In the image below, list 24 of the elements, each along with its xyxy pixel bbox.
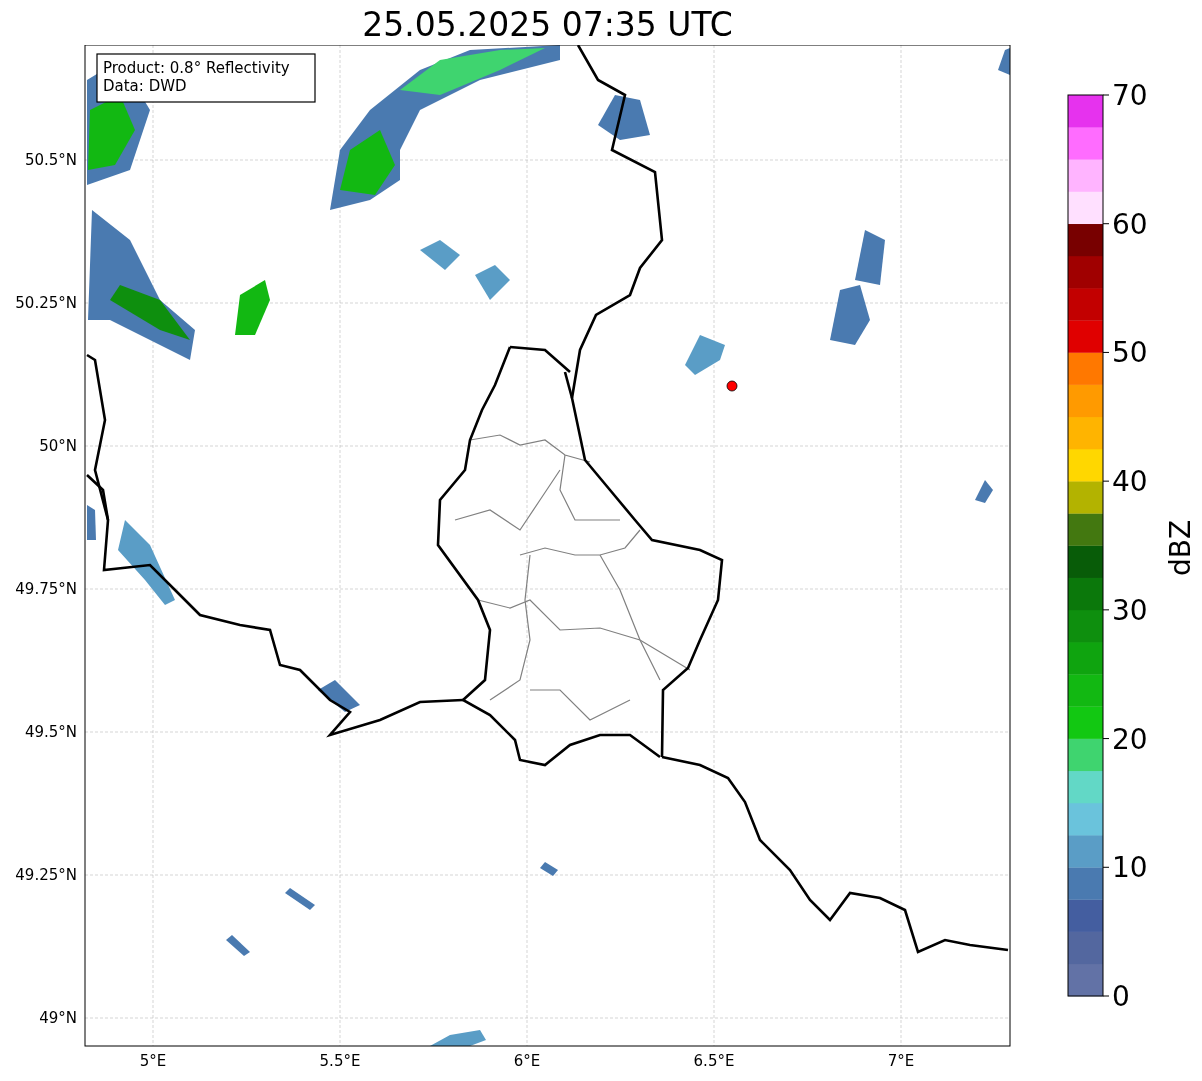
- latitude-label: 50°N: [39, 437, 77, 455]
- latitude-label: 49.25°N: [15, 866, 77, 884]
- longitude-label: 7°E: [887, 1052, 915, 1070]
- latitude-label: 50.25°N: [15, 294, 77, 312]
- colorbar-tick-label: 0: [1112, 980, 1130, 1013]
- longitude-label: 6.5°E: [693, 1052, 735, 1070]
- colorbar-tick-label: 60: [1112, 207, 1148, 241]
- colorbar-tick-label: 50: [1112, 336, 1148, 370]
- longitude-label: 5°E: [139, 1052, 167, 1070]
- colorbar-tick-label: 10: [1112, 851, 1148, 885]
- latitude-label: 49.75°N: [15, 580, 77, 598]
- chart-title: 25.05.2025 07:35 UTC: [362, 5, 733, 45]
- longitude-label: 6°E: [513, 1052, 541, 1070]
- colorbar-tick-label: 30: [1112, 593, 1148, 627]
- latitude-label: 49.5°N: [24, 723, 77, 741]
- info-text: Data: DWD: [103, 77, 187, 95]
- colorbar-tick-label: 40: [1112, 465, 1148, 499]
- info-text: Product: 0.8° Reflectivity: [103, 59, 290, 77]
- colorbar-label: dBZ: [1164, 519, 1197, 577]
- longitude-label: 5.5°E: [319, 1052, 361, 1070]
- latitude-label: 49°N: [39, 1009, 77, 1027]
- colorbar-tick-label: 20: [1112, 722, 1148, 756]
- latitude-label: 50.5°N: [24, 151, 77, 169]
- colorbar-tick-label: 70: [1112, 79, 1148, 112]
